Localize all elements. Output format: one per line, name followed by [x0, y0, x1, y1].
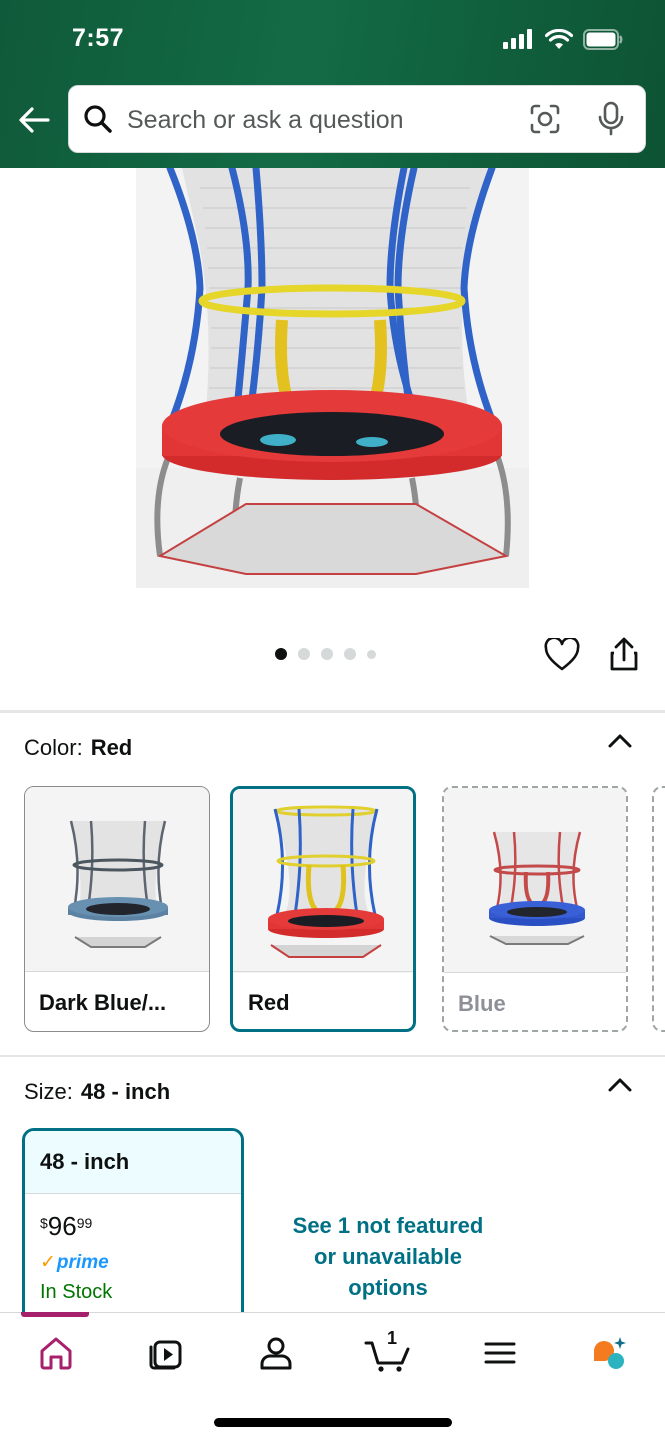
- size-selected-value: 48 - inch: [80, 1079, 171, 1104]
- status-icons: [503, 27, 623, 51]
- swatch-image: [444, 788, 626, 972]
- search-icon: [84, 105, 112, 133]
- see-unavailable-options-link[interactable]: See 1 not featured or unavailable option…: [278, 1210, 498, 1303]
- pagination-dot[interactable]: [344, 648, 356, 660]
- color-label: Color: Red: [24, 735, 132, 761]
- swatch-label: Blue: [458, 991, 506, 1016]
- rufus-icon[interactable]: [588, 1333, 628, 1373]
- share-icon[interactable]: [606, 636, 642, 674]
- color-option-red[interactable]: Red: [230, 786, 416, 1032]
- wifi-icon: [545, 28, 573, 49]
- chevron-up-icon[interactable]: [607, 1076, 633, 1094]
- microphone-icon[interactable]: [597, 101, 625, 137]
- account-icon[interactable]: [256, 1333, 296, 1373]
- pagination-dot[interactable]: [367, 649, 376, 659]
- swatch-image: [233, 789, 413, 973]
- prime-label: prime: [56, 1252, 109, 1273]
- see-more-line: options: [348, 1275, 428, 1300]
- prime-badge: ✓prime: [40, 1251, 109, 1274]
- availability-status: In Stock: [40, 1281, 113, 1303]
- cellular-signal-icon: [503, 29, 532, 49]
- home-icon[interactable]: [36, 1333, 76, 1373]
- swatch-image: [25, 787, 209, 971]
- pagination-dot[interactable]: [321, 648, 333, 660]
- image-pagination-dots[interactable]: [275, 648, 376, 660]
- size-label: Size: 48 - inch: [24, 1079, 170, 1105]
- home-indicator[interactable]: [214, 1418, 452, 1427]
- size-option-48-inch[interactable]: 48 - inch $96 99 ✓prime In Stock: [22, 1128, 244, 1328]
- pagination-dot[interactable]: [275, 648, 287, 660]
- heart-icon[interactable]: [544, 638, 580, 672]
- price-fraction: 99: [76, 1215, 93, 1231]
- section-divider: [0, 1055, 665, 1057]
- menu-icon[interactable]: [480, 1333, 520, 1373]
- video-icon[interactable]: [146, 1333, 186, 1373]
- price: $96 99: [40, 1211, 92, 1242]
- cart-count-badge: 1: [387, 1328, 398, 1348]
- see-more-line: See 1 not featured: [292, 1213, 484, 1238]
- app-header: 7:57: [0, 0, 665, 168]
- search-input[interactable]: [127, 100, 507, 140]
- status-time: 7:57: [72, 24, 125, 52]
- color-selected-value: Red: [90, 735, 133, 760]
- battery-icon: [583, 28, 623, 50]
- size-option-name: 48 - inch: [40, 1149, 130, 1174]
- color-label-text: Color:: [24, 735, 83, 760]
- pagination-dot[interactable]: [298, 648, 310, 660]
- chevron-up-icon[interactable]: [607, 732, 633, 750]
- color-option-dark-blue[interactable]: Dark Blue/...: [24, 786, 210, 1032]
- camera-search-icon[interactable]: [529, 103, 561, 135]
- color-option-blue[interactable]: Blue: [442, 786, 628, 1032]
- trampoline-image: [136, 168, 529, 588]
- prime-check-icon: ✓: [40, 1252, 56, 1273]
- swatch-label: Dark Blue/...: [39, 990, 167, 1015]
- price-symbol: $: [40, 1215, 48, 1231]
- price-whole: 96: [47, 1211, 77, 1241]
- nav-active-indicator: [21, 1312, 89, 1317]
- search-bar[interactable]: [68, 85, 646, 153]
- size-label-text: Size:: [24, 1079, 73, 1104]
- back-arrow-icon[interactable]: [16, 102, 52, 138]
- color-option-partial[interactable]: [652, 786, 665, 1032]
- product-image[interactable]: [0, 168, 665, 608]
- swatch-label: Red: [248, 990, 290, 1015]
- see-more-line: or unavailable: [314, 1244, 462, 1269]
- section-divider: [0, 710, 665, 713]
